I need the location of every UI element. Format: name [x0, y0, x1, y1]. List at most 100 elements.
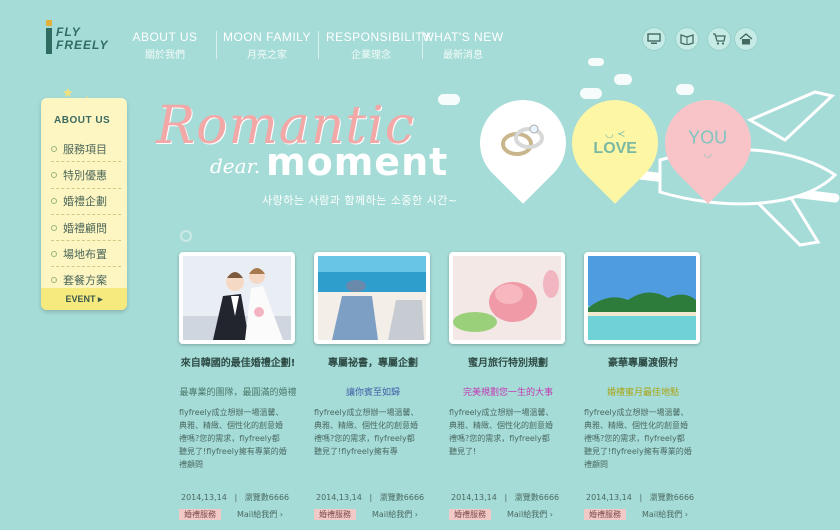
bullet-icon — [51, 145, 57, 152]
wedding-couple-image[interactable] — [179, 252, 295, 344]
sidebar-item-label: 婚禮顧問 — [63, 221, 107, 235]
bullet-icon — [51, 171, 57, 178]
balloon-content: YOU ◡ — [688, 127, 727, 159]
card-subtitle: 最專業的團隊，最圓滿的婚禮 — [179, 388, 297, 398]
nav-divider — [216, 31, 217, 59]
computer-icon[interactable] — [642, 27, 666, 51]
nav-label-en: ABOUT US — [132, 30, 198, 44]
sidebar: ABOUT US 服務項目 特別優惠 婚禮企劃 婚禮顧問 場地布置 套餐方案 E… — [41, 98, 127, 310]
bullet-icon — [51, 198, 57, 205]
mail-us-link[interactable]: Mail給我們 › — [372, 509, 418, 520]
card-date: 2014,13,14 — [586, 493, 632, 502]
hero-subtitle: 사랑하는 사람과 함께하는 소중한 시간~ — [262, 194, 458, 207]
nav-label-zh: 最新消息 — [443, 50, 483, 61]
smile-icon: ◡ ≺ — [604, 128, 626, 140]
nav-label-en: RESPONSIBILITY — [326, 30, 432, 44]
nav-divider — [318, 31, 319, 59]
circle-decoration — [180, 230, 192, 242]
wedding-service-button[interactable]: 婚禮服務 — [584, 509, 626, 520]
card-subtitle: 完美規劃您一生的大事 — [462, 388, 553, 398]
card-meta: 2014,13,14 | 瀏覽數6666 — [316, 493, 425, 502]
hero-moment: moment — [266, 140, 449, 184]
cloud-decoration — [614, 74, 632, 85]
ring-balloon — [462, 82, 584, 204]
nav-label-en: WHAT'S NEW — [422, 30, 504, 44]
logo-dot — [46, 20, 52, 26]
logo-bar — [46, 28, 52, 54]
card-honeymoon-planning: 蜜月旅行特別規劃 完美規劃您一生的大事 flyfreely成立想辦一場溫馨、典雅… — [449, 252, 567, 520]
sidebar-list: 服務項目 特別優惠 婚禮企劃 婚禮顧問 場地布置 套餐方案 — [51, 136, 121, 294]
ring-image — [493, 116, 553, 170]
sidebar-item-label: 場地布置 — [63, 247, 107, 261]
cloud-decoration — [676, 84, 694, 95]
card-luxury-resort: 豪華專屬渡假村 婚禮蜜月最佳地點 flyfreely成立想辦一場溫馨、典雅、精緻… — [584, 252, 702, 520]
sidebar-item-venue-decoration[interactable]: 場地布置 — [51, 241, 121, 268]
card-description: flyfreely成立想辦一場溫馨、典雅、精緻、個性化的創意婚禮嗎?您的需求，f… — [584, 408, 692, 469]
card-date: 2014,13,14 — [316, 493, 362, 502]
mail-us-link[interactable]: Mail給我們 › — [507, 509, 553, 520]
bullet-icon — [51, 277, 57, 284]
balloon-you-label: YOU — [688, 127, 728, 148]
wedding-service-button[interactable]: 婚禮服務 — [314, 509, 356, 520]
sidebar-item-label: 套餐方案 — [63, 274, 107, 288]
rose-image[interactable] — [449, 252, 565, 344]
card-views: 瀏覽數6666 — [379, 493, 425, 502]
nav-label-zh: 企業理念 — [351, 50, 391, 61]
card-views: 瀏覽數6666 — [244, 493, 290, 502]
sidebar-item-label: 婚禮企劃 — [63, 195, 107, 209]
sidebar-title: ABOUT US — [54, 115, 111, 126]
nav-item-whats-new[interactable]: WHAT'S NEW 最新消息 — [418, 30, 508, 61]
nav-item-about-us[interactable]: ABOUT US 關於我們 — [120, 30, 210, 61]
book-icon[interactable] — [675, 27, 699, 51]
card-meta: 2014,13,14 | 瀏覽數6666 — [451, 493, 560, 502]
nav-label-zh: 關於我們 — [145, 50, 185, 61]
nav-label-en: MOON FAMILY — [223, 30, 311, 44]
bullet-icon — [51, 224, 57, 231]
wedding-service-button[interactable]: 婚禮服務 — [449, 509, 491, 520]
mail-us-link[interactable]: Mail給我們 › — [237, 509, 283, 520]
card-date: 2014,13,14 — [181, 493, 227, 502]
bullet-icon — [51, 250, 57, 257]
smile-icon: ◡ — [703, 148, 713, 160]
card-title: 豪華專屬渡假村 — [608, 358, 678, 369]
card-wedding-planning: 來自韓國的最佳婚禮企劃! 最專業的團隊，最圓滿的婚禮 flyfreely成立想辦… — [179, 252, 297, 520]
card-title: 來自韓國的最佳婚禮企劃! — [180, 358, 296, 369]
sidebar-item-label: 服務項目 — [63, 142, 107, 156]
logo-line1: FLY — [56, 25, 81, 39]
card-subtitle: 婚禮蜜月最佳地點 — [606, 388, 679, 398]
card-date: 2014,13,14 — [451, 493, 497, 502]
nav-item-responsibility[interactable]: RESPONSIBILITY 企業理念 — [326, 30, 432, 61]
sidebar-item-services[interactable]: 服務項目 — [51, 136, 121, 163]
hero-dear: dear. — [210, 154, 261, 178]
nav-label-zh: 月亮之家 — [247, 50, 287, 61]
card-description: flyfreely成立想辦一場溫馨、典雅、精緻、個性化的創意婚禮嗎?您的需求，f… — [314, 408, 419, 456]
island-image[interactable] — [584, 252, 700, 344]
card-title: 專屬祕書，專屬企劃 — [328, 358, 418, 369]
mail-us-link[interactable]: Mail給我們 › — [642, 509, 688, 520]
balloon-content: ◡ ≺ LOVE — [593, 129, 637, 158]
page: FLY FREELY ABOUT US 關於我們 MOON FAMILY 月亮之… — [0, 0, 840, 530]
cart-icon[interactable] — [707, 27, 731, 51]
event-button[interactable]: EVENT ▸ — [41, 288, 127, 310]
cloud-decoration — [580, 88, 602, 99]
cloud-decoration — [438, 94, 460, 105]
card-meta: 2014,13,14 | 瀏覽數6666 — [586, 493, 695, 502]
sidebar-item-wedding-planning[interactable]: 婚禮企劃 — [51, 189, 121, 215]
card-title: 蜜月旅行特別規劃 — [468, 358, 548, 369]
nav-item-moon-family[interactable]: MOON FAMILY 月亮之家 — [222, 30, 312, 61]
brand-logo[interactable]: FLY FREELY — [44, 20, 114, 58]
card-subtitle: 讓你賓至如歸 — [345, 388, 400, 398]
wedding-service-button[interactable]: 婚禮服務 — [179, 509, 221, 520]
sidebar-item-wedding-consultant[interactable]: 婚禮顧問 — [51, 215, 121, 242]
card-personal-secretary: 專屬祕書，專屬企劃 讓你賓至如歸 flyfreely成立想辦一場溫馨、典雅、精緻… — [314, 252, 432, 520]
cloud-decoration — [588, 58, 604, 66]
card-views: 瀏覽數6666 — [649, 493, 695, 502]
sidebar-item-label: 特別優惠 — [63, 168, 107, 182]
home-icon[interactable] — [734, 27, 758, 51]
logo-line2: FREELY — [56, 38, 109, 52]
beach-chairs-image[interactable] — [314, 252, 430, 344]
sidebar-item-special-offers[interactable]: 特別優惠 — [51, 162, 121, 189]
card-views: 瀏覽數6666 — [514, 493, 560, 502]
balloon-love-label: LOVE — [593, 139, 637, 157]
card-description: flyfreely成立想辦一場溫馨、典雅、精緻、個性化的創意婚禮嗎?您的需求，f… — [179, 408, 287, 469]
